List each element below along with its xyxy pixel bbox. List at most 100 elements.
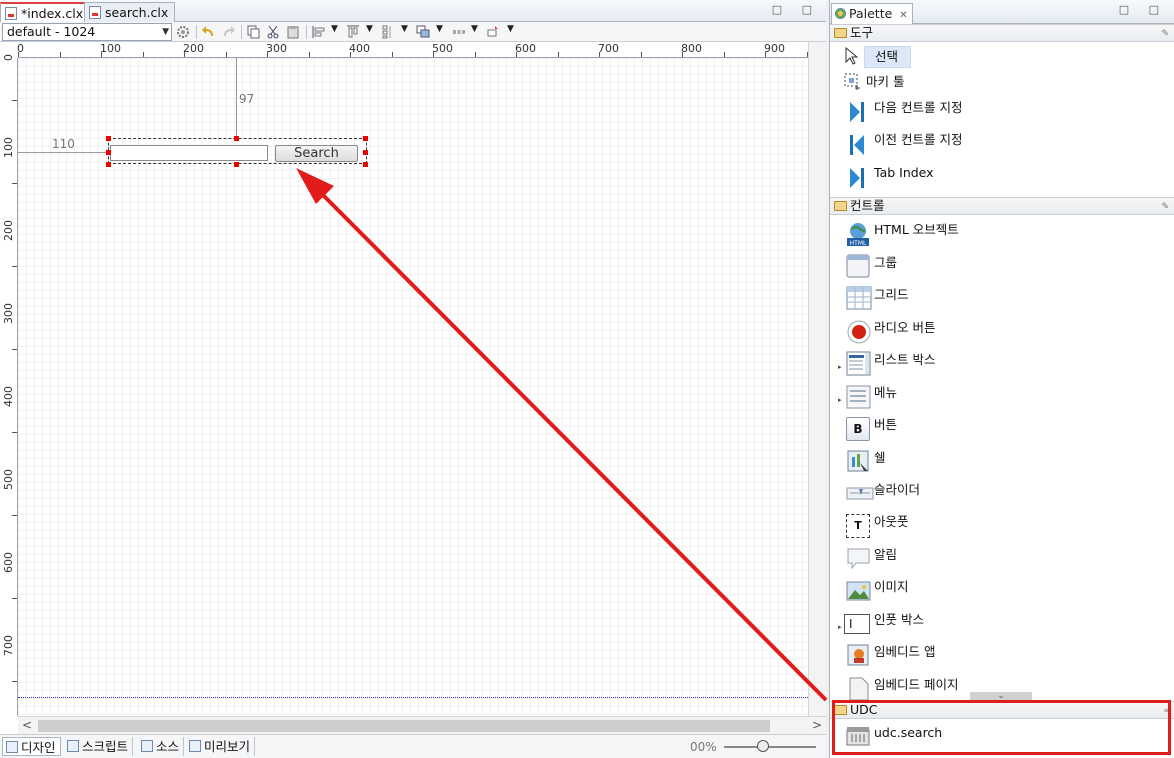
ruler-h-label: 200 bbox=[183, 42, 204, 55]
vertical-scrollbar[interactable] bbox=[808, 42, 826, 716]
palette-item-html-object[interactable]: HTML HTML 오브젝트 bbox=[830, 220, 1170, 250]
toolbar-separator bbox=[241, 25, 242, 39]
editor-toolbar: default - 1024 ▼ ▼ ▼ ▼ ▼ ▼ ▼ bbox=[0, 22, 826, 42]
expand-arrow-icon[interactable]: ▸ bbox=[838, 363, 842, 371]
search-input[interactable] bbox=[110, 145, 268, 161]
tab-design[interactable]: 디자인 bbox=[2, 737, 61, 756]
resize-handle[interactable] bbox=[363, 162, 368, 167]
resize-handle[interactable] bbox=[106, 162, 111, 167]
ruler-h-label: 600 bbox=[515, 42, 536, 55]
resize-handle[interactable] bbox=[234, 162, 239, 167]
paste-icon[interactable] bbox=[286, 25, 300, 39]
expand-arrow-icon[interactable]: ▸ bbox=[838, 623, 842, 631]
chevron-down-icon[interactable]: ▼ bbox=[331, 24, 338, 34]
cut-icon[interactable] bbox=[266, 25, 280, 39]
copy-icon[interactable] bbox=[247, 25, 261, 39]
resize-handle[interactable] bbox=[106, 150, 111, 155]
palette-item-notification[interactable]: 알림 bbox=[830, 545, 1170, 575]
zoom-slider-track[interactable] bbox=[724, 746, 816, 748]
ruler-h-tick bbox=[350, 52, 351, 57]
preview-icon bbox=[189, 740, 201, 752]
zoom-slider-thumb[interactable] bbox=[757, 740, 769, 752]
grid-icon bbox=[846, 286, 872, 310]
script-icon bbox=[67, 740, 79, 752]
palette-item-menu[interactable]: ▸ 메뉴 bbox=[830, 383, 1170, 413]
udc-search-control[interactable]: Search bbox=[108, 138, 367, 164]
resize-handle[interactable] bbox=[106, 136, 111, 141]
gear-icon[interactable] bbox=[176, 25, 190, 39]
toolbar-separator bbox=[196, 25, 197, 39]
horizontal-scrollbar[interactable]: < > bbox=[18, 716, 826, 734]
folder-open-icon bbox=[834, 28, 847, 38]
ruler-h-tick bbox=[474, 52, 476, 57]
design-canvas[interactable]: 97 110 Search bbox=[18, 58, 808, 716]
palette-window-buttons[interactable]: □ □ bbox=[1119, 3, 1167, 16]
expand-arrow-icon[interactable]: ▸ bbox=[838, 396, 842, 404]
ruler-v-label: 300 bbox=[2, 303, 15, 324]
palette-item-slider[interactable]: 슬라이더 bbox=[830, 480, 1170, 510]
resize-handle[interactable] bbox=[234, 136, 239, 141]
layout-select[interactable]: default - 1024 ▼ bbox=[2, 23, 172, 41]
input-box-icon: I bbox=[844, 614, 870, 634]
chevron-down-icon[interactable]: ▼ bbox=[471, 24, 478, 34]
order-icon[interactable] bbox=[486, 25, 500, 39]
undo-icon[interactable] bbox=[202, 25, 216, 39]
drawer-controls[interactable]: 컨트롤 ✎ bbox=[830, 197, 1174, 215]
tab-palette[interactable]: Palette ✕ bbox=[831, 3, 913, 24]
ruler-h-tick bbox=[391, 52, 393, 57]
palette-tabbar: Palette ✕ □ □ bbox=[830, 0, 1174, 24]
palette-item-input-box[interactable]: ▸ I 인풋 박스 bbox=[830, 610, 1170, 640]
chevron-down-icon[interactable]: ▼ bbox=[401, 24, 408, 34]
palette-item-tab-index[interactable]: Tab Index bbox=[830, 163, 1170, 193]
spacing-icon[interactable] bbox=[452, 25, 466, 39]
same-size-icon[interactable] bbox=[416, 25, 430, 39]
distribute-icon[interactable] bbox=[381, 25, 395, 39]
palette-item-list-box[interactable]: ▸ 리스트 박스 bbox=[830, 350, 1170, 380]
ruler-h-tick bbox=[765, 52, 766, 57]
tab-script[interactable]: 스크립트 bbox=[64, 737, 134, 756]
ruler-v-tick bbox=[12, 514, 17, 516]
close-icon[interactable]: ✕ bbox=[899, 10, 907, 21]
palette-item-output[interactable]: T 아웃풋 bbox=[830, 512, 1170, 542]
chevron-down-icon[interactable]: ▼ bbox=[507, 24, 514, 34]
editor-tabbar: *index.clx ✕ search.clx □ □ bbox=[0, 0, 826, 22]
ruler-v-label: 0 bbox=[2, 54, 15, 61]
folder-open-icon bbox=[834, 201, 847, 211]
align-left-icon[interactable] bbox=[312, 25, 326, 39]
palette-item-prev-control[interactable]: 이전 컨트롤 지정 bbox=[830, 130, 1170, 160]
palette-item-group[interactable]: 그룹 bbox=[830, 253, 1170, 283]
resize-handle[interactable] bbox=[363, 150, 368, 155]
tab-preview[interactable]: 미리보기 bbox=[186, 737, 256, 756]
editor-window-buttons[interactable]: □ □ bbox=[772, 3, 820, 16]
align-top-icon[interactable] bbox=[346, 25, 360, 39]
ruler-v-label: 400 bbox=[2, 386, 15, 407]
design-editor: *index.clx ✕ search.clx □ □ default - 10… bbox=[0, 0, 826, 758]
list-box-icon bbox=[846, 351, 871, 376]
scroll-left-arrow-icon[interactable]: < bbox=[22, 718, 32, 732]
palette-item-button[interactable]: B 버튼 bbox=[830, 415, 1170, 445]
tab-source[interactable]: 소스 bbox=[138, 737, 185, 756]
image-icon bbox=[846, 581, 871, 601]
distance-label-left: 110 bbox=[52, 137, 75, 151]
palette-item-shell[interactable]: 쉘 bbox=[830, 448, 1170, 478]
drawer-tools[interactable]: 도구 ✎ bbox=[830, 24, 1174, 42]
scroll-more-indicator[interactable]: ⌄ bbox=[970, 692, 1032, 700]
resize-handle[interactable] bbox=[363, 136, 368, 141]
palette-item-next-control[interactable]: 다음 컨트롤 지정 bbox=[830, 98, 1170, 128]
scroll-thumb[interactable] bbox=[38, 720, 770, 732]
svg-text:HTML: HTML bbox=[850, 240, 867, 247]
ruler-v-tick bbox=[12, 182, 17, 184]
chevron-down-icon[interactable]: ▼ bbox=[436, 24, 443, 34]
search-button[interactable]: Search bbox=[275, 145, 358, 162]
palette-item-image[interactable]: 이미지 bbox=[830, 577, 1170, 607]
pin-icon[interactable]: ✎ bbox=[1161, 26, 1169, 42]
pin-icon[interactable]: ✎ bbox=[1161, 199, 1169, 215]
tab-search-clx[interactable]: search.clx bbox=[84, 2, 176, 22]
palette-item-grid[interactable]: 그리드 bbox=[830, 285, 1170, 315]
output-t-icon: T bbox=[846, 514, 870, 538]
chevron-down-icon[interactable]: ▼ bbox=[366, 24, 373, 34]
palette-item-embedded-app[interactable]: 임베디드 앱 bbox=[830, 642, 1170, 672]
redo-icon[interactable] bbox=[221, 25, 235, 39]
scroll-right-arrow-icon[interactable]: > bbox=[812, 718, 822, 732]
palette-item-radio-button[interactable]: 라디오 버튼 bbox=[830, 318, 1170, 348]
